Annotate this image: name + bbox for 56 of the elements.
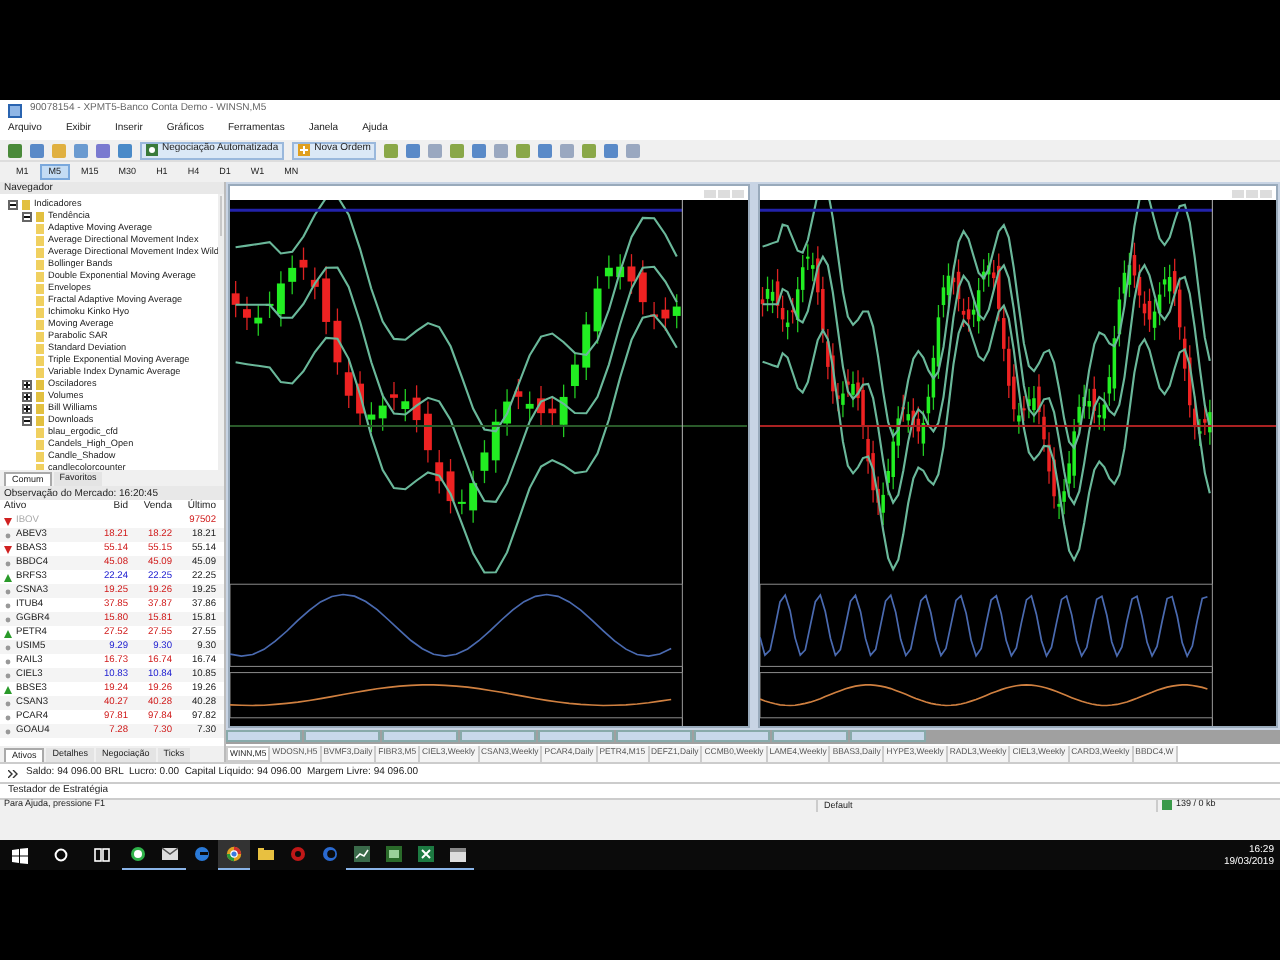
collapse-icon[interactable]	[8, 199, 18, 209]
candle	[231, 280, 240, 318]
down-arrow-icon	[4, 545, 12, 554]
minimized-window[interactable]	[538, 730, 614, 742]
up-arrow-icon	[4, 629, 12, 638]
app-icon	[450, 846, 466, 862]
dot-icon	[4, 699, 12, 708]
start-icon[interactable]	[12, 847, 28, 863]
task-view-icon[interactable]	[94, 848, 110, 862]
expand-icon[interactable]	[22, 403, 32, 413]
dot-icon	[4, 587, 12, 596]
minimized-window[interactable]	[616, 730, 692, 742]
dot-icon	[4, 643, 12, 652]
taskbar-app[interactable]	[218, 840, 250, 870]
candle	[390, 381, 398, 411]
minimized-window[interactable]	[694, 730, 770, 742]
candle	[243, 296, 251, 331]
app-icon	[258, 846, 274, 862]
app-icon	[8, 103, 22, 117]
candle	[571, 351, 579, 399]
minimized-window[interactable]	[304, 730, 380, 742]
collapse-icon[interactable]	[22, 211, 32, 221]
dot-icon	[4, 713, 12, 722]
robot-icon	[146, 144, 158, 156]
minimized-window[interactable]	[382, 730, 458, 742]
plus-icon	[298, 144, 311, 156]
up-arrow-icon	[4, 685, 12, 694]
dot-icon	[4, 727, 12, 736]
dot-icon	[4, 559, 12, 568]
app-icon	[418, 846, 434, 862]
minimized-window[interactable]	[772, 730, 848, 742]
collapse-icon[interactable]	[22, 415, 32, 425]
search-icon[interactable]	[54, 848, 68, 862]
connection-icon	[1162, 800, 1172, 810]
app-icon	[194, 846, 210, 862]
dot-icon	[4, 671, 12, 680]
down-arrow-icon	[4, 517, 12, 526]
minimized-window[interactable]	[460, 730, 536, 742]
candle	[356, 370, 364, 427]
scrollbar[interactable]	[218, 194, 224, 470]
candle	[537, 385, 545, 427]
app-icon	[386, 846, 402, 862]
minimized-window[interactable]	[850, 730, 926, 742]
app-icon	[162, 846, 178, 862]
app-icon	[226, 846, 242, 862]
up-arrow-icon	[4, 573, 12, 582]
expand-icon[interactable]	[22, 379, 32, 389]
minimized-window[interactable]	[226, 730, 302, 742]
expand-icon[interactable]	[22, 391, 32, 401]
app-icon	[130, 846, 146, 862]
dot-icon	[4, 531, 12, 540]
app-icon	[354, 846, 370, 862]
dot-icon	[4, 615, 12, 624]
dot-icon	[4, 657, 12, 666]
chevron-icon[interactable]	[8, 769, 18, 777]
dot-icon	[4, 601, 12, 610]
